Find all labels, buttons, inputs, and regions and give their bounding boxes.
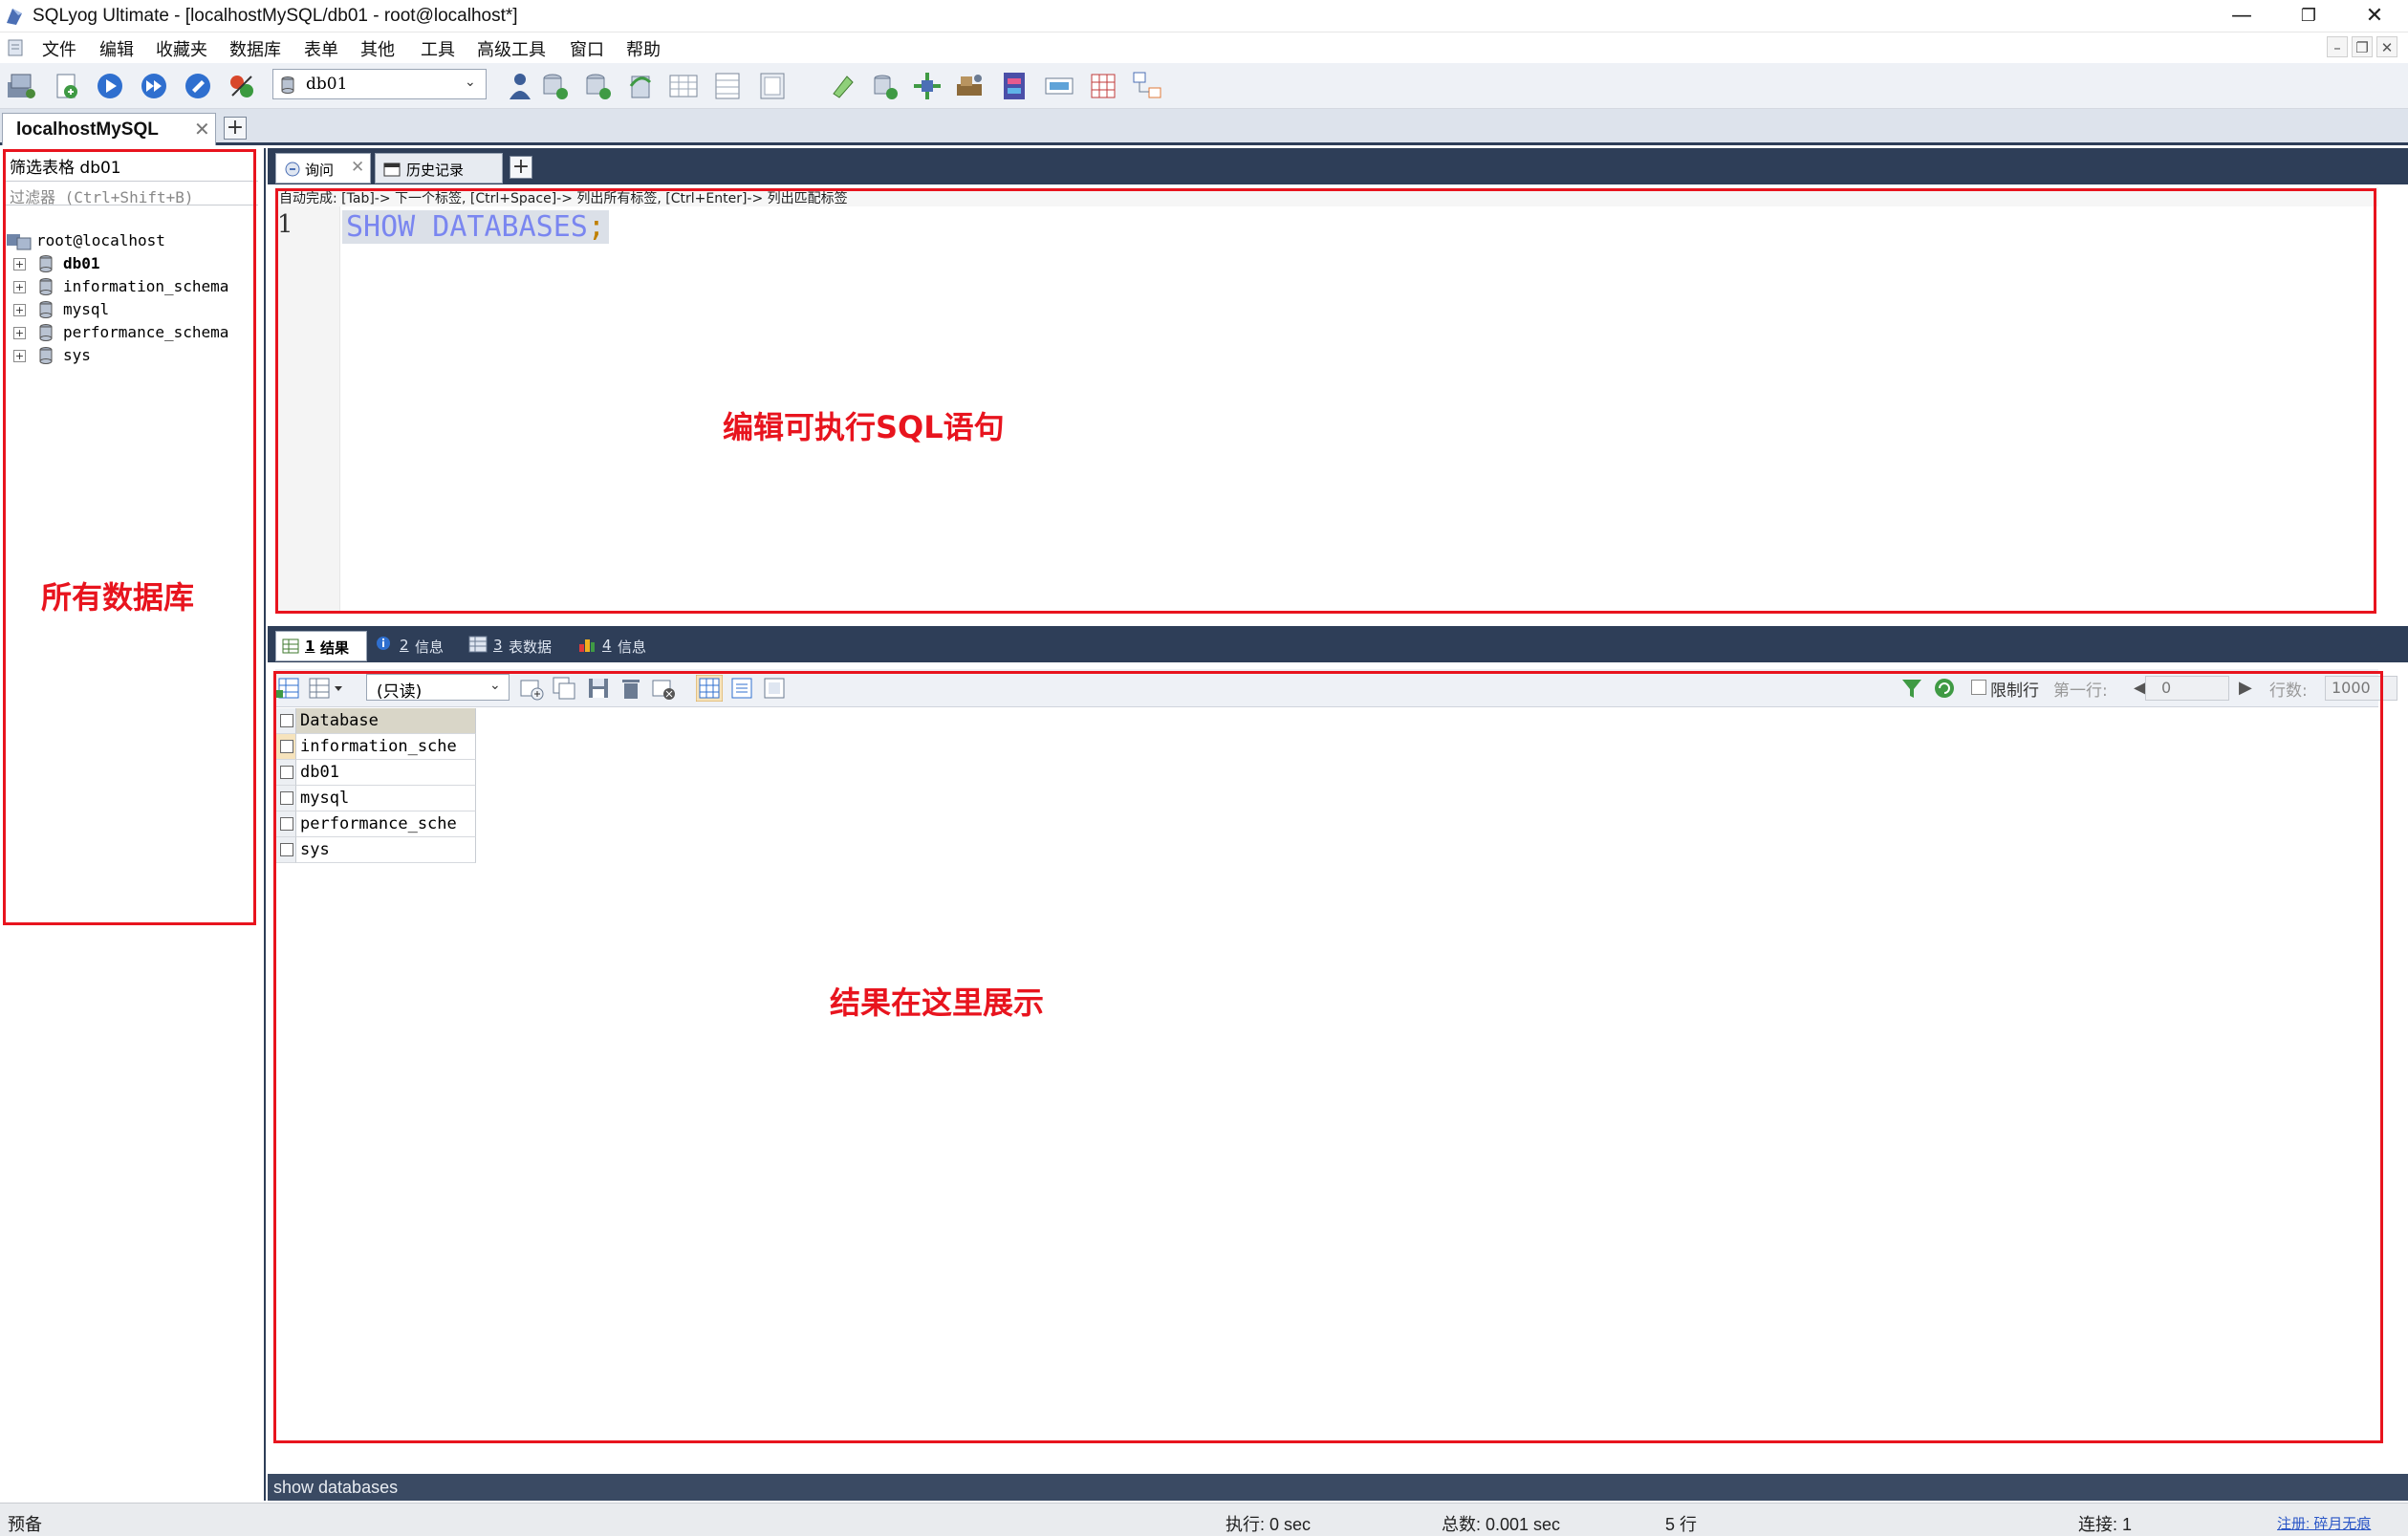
- tab-table-data-number: 3: [493, 637, 503, 654]
- menu-table[interactable]: 表单: [304, 36, 338, 61]
- close-icon[interactable]: ✕: [194, 118, 210, 141]
- connection-tab-label: localhostMySQL: [16, 119, 159, 140]
- query-icon: [285, 162, 300, 177]
- annotation-box-editor: [275, 188, 2376, 614]
- tab-info-2-label: 信息: [618, 638, 647, 656]
- scheduled-backup-icon[interactable]: [998, 69, 1032, 103]
- menu-help[interactable]: 帮助: [626, 36, 661, 61]
- menu-edit[interactable]: 编辑: [99, 36, 134, 61]
- annotation-label-editor: 编辑可执行SQL语句: [723, 409, 1005, 445]
- menu-database[interactable]: 数据库: [229, 36, 281, 61]
- mdi-close-button[interactable]: ✕: [2376, 36, 2397, 57]
- info-chart-icon: [579, 639, 595, 652]
- tab-table-data[interactable]: 3 表数据: [465, 631, 564, 661]
- table-icon: [468, 636, 488, 653]
- add-connection-tab-button[interactable]: +: [224, 117, 247, 140]
- menu-window[interactable]: 窗口: [570, 36, 604, 61]
- connection-tab-strip: [0, 109, 2408, 145]
- tab-query[interactable]: 询问 ✕: [275, 153, 371, 184]
- database-selector[interactable]: db01 ⌄: [272, 69, 487, 99]
- copy-database-icon[interactable]: [824, 69, 858, 103]
- status-connections: 连接: 1: [2078, 1515, 2133, 1534]
- data-sync-icon[interactable]: [910, 69, 944, 103]
- execute-all-icon[interactable]: [137, 69, 171, 103]
- annotation-label-results: 结果在这里展示: [830, 984, 1045, 1021]
- migration-icon[interactable]: [953, 69, 987, 103]
- add-query-tab-button[interactable]: +: [510, 156, 532, 179]
- tab-info-number: 2: [400, 637, 409, 654]
- tab-result-label: 结果: [320, 639, 350, 657]
- tab-info-2-number: 4: [602, 637, 612, 654]
- table-text-icon[interactable]: [755, 69, 790, 103]
- minimize-button[interactable]: —: [2208, 0, 2275, 32]
- info-icon: [377, 637, 390, 650]
- tab-history[interactable]: 历史记录: [375, 153, 503, 184]
- restore-database-icon[interactable]: [580, 69, 615, 103]
- menu-bar: 文件 编辑 收藏夹 数据库 表单 其他 工具 高级工具 窗口 帮助: [0, 32, 2408, 63]
- status-exec-time: 执行: 0 sec: [1226, 1515, 1312, 1534]
- database-icon: [281, 76, 294, 94]
- document-icon: [8, 39, 23, 56]
- status-row-count: 5 行: [1665, 1515, 1698, 1534]
- schema-sync-icon[interactable]: [867, 69, 901, 103]
- table-form-icon[interactable]: [710, 69, 745, 103]
- chevron-down-icon: ⌄: [465, 75, 476, 90]
- sql-status-line: show databases: [268, 1474, 2408, 1501]
- tab-info[interactable]: 2 信息: [371, 631, 457, 661]
- mdi-restore-button[interactable]: ❐: [2352, 36, 2373, 57]
- table-grid-icon[interactable]: [666, 69, 701, 103]
- user-manager-icon[interactable]: [503, 69, 537, 103]
- registration-link[interactable]: 注册: 碎月无痕: [2277, 1513, 2371, 1533]
- database-selector-value: db01: [306, 75, 348, 94]
- status-ready: 预备: [8, 1515, 42, 1534]
- menu-advanced-tools[interactable]: 高级工具: [477, 36, 546, 61]
- tab-info-label: 信息: [415, 638, 445, 656]
- execute-query-icon[interactable]: [93, 69, 127, 103]
- status-total-time: 总数: 0.001 sec: [1442, 1515, 1561, 1534]
- schema-designer-icon[interactable]: [225, 69, 259, 103]
- notification-icon[interactable]: [1042, 69, 1076, 103]
- result-grid-icon: [282, 638, 299, 654]
- menu-favorites[interactable]: 收藏夹: [156, 36, 207, 61]
- menu-file[interactable]: 文件: [42, 36, 76, 61]
- tab-history-label: 历史记录: [406, 162, 465, 179]
- new-query-icon[interactable]: [50, 69, 84, 103]
- annotation-box-databases: [3, 149, 256, 925]
- tab-table-data-label: 表数据: [509, 638, 553, 656]
- close-window-button[interactable]: ✕: [2341, 0, 2408, 32]
- menu-tools[interactable]: 工具: [421, 36, 455, 61]
- tab-info-2[interactable]: 4 信息: [574, 631, 660, 661]
- connection-tab[interactable]: localhostMySQL ✕: [2, 113, 216, 145]
- sql-status-text: show databases: [273, 1478, 399, 1497]
- status-bar: 预备 执行: 0 sec 总数: 0.001 sec 5 行 连接: 1 注册:…: [0, 1503, 2408, 1536]
- backup-database-icon[interactable]: [537, 69, 572, 103]
- import-icon[interactable]: [623, 69, 658, 103]
- tab-result-number: 1: [305, 638, 315, 655]
- query-tab-strip: [268, 148, 2408, 184]
- calendar-icon: [383, 162, 401, 177]
- restore-button[interactable]: ❐: [2275, 0, 2342, 32]
- annotation-box-results: [273, 671, 2383, 1443]
- schema-designer-grid-icon[interactable]: [1130, 69, 1164, 103]
- query-builder-icon[interactable]: [1086, 69, 1120, 103]
- title-bar: SQLyog Ultimate - [localhostMySQL/db01 -…: [0, 0, 2408, 32]
- new-connection-icon[interactable]: [4, 69, 38, 103]
- tab-result[interactable]: 1 结果: [275, 631, 367, 661]
- annotation-label-databases: 所有数据库: [41, 579, 195, 616]
- tab-query-label: 询问: [305, 162, 335, 179]
- sqlyog-app-icon: [7, 9, 22, 25]
- execute-edit-icon[interactable]: [181, 69, 215, 103]
- close-icon[interactable]: ✕: [351, 158, 364, 177]
- menu-other[interactable]: 其他: [360, 36, 395, 61]
- window-title: SQLyog Ultimate - [localhostMySQL/db01 -…: [33, 6, 518, 26]
- mdi-minimize-button[interactable]: –: [2327, 36, 2348, 57]
